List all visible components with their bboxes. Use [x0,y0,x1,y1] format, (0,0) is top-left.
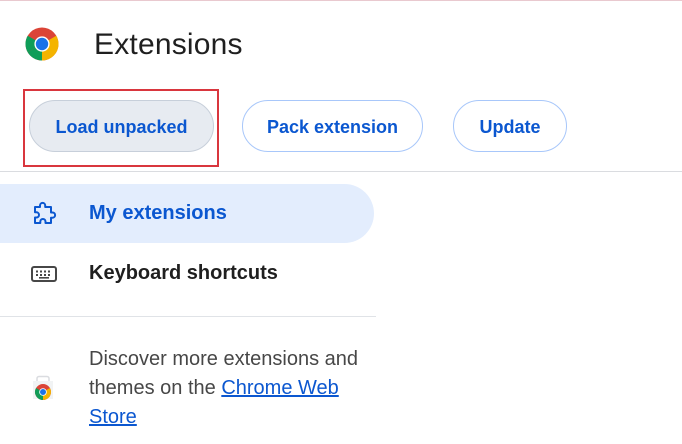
web-store-icon [33,375,53,400]
sidebar-item-keyboard-shortcuts[interactable]: Keyboard shortcuts [0,244,374,303]
page-title: Extensions [94,28,243,61]
pack-extension-button[interactable]: Pack extension [242,100,423,152]
sidebar-divider [0,316,376,317]
sidebar-item-label: Keyboard shortcuts [89,262,278,284]
sidebar-item-my-extensions[interactable]: My extensions [0,184,374,243]
extensions-page: Extensions Load unpacked Pack extension … [0,0,682,444]
update-button[interactable]: Update [453,100,567,152]
load-unpacked-button[interactable]: Load unpacked [29,100,214,152]
toolbar-divider [0,171,682,172]
discover-text: Discover more extensions and themes on t… [89,345,369,432]
top-border [0,0,682,1]
sidebar-item-label: My extensions [89,202,227,224]
chrome-logo-icon [25,27,59,61]
puzzle-piece-icon [30,200,58,228]
keyboard-icon [30,260,58,288]
